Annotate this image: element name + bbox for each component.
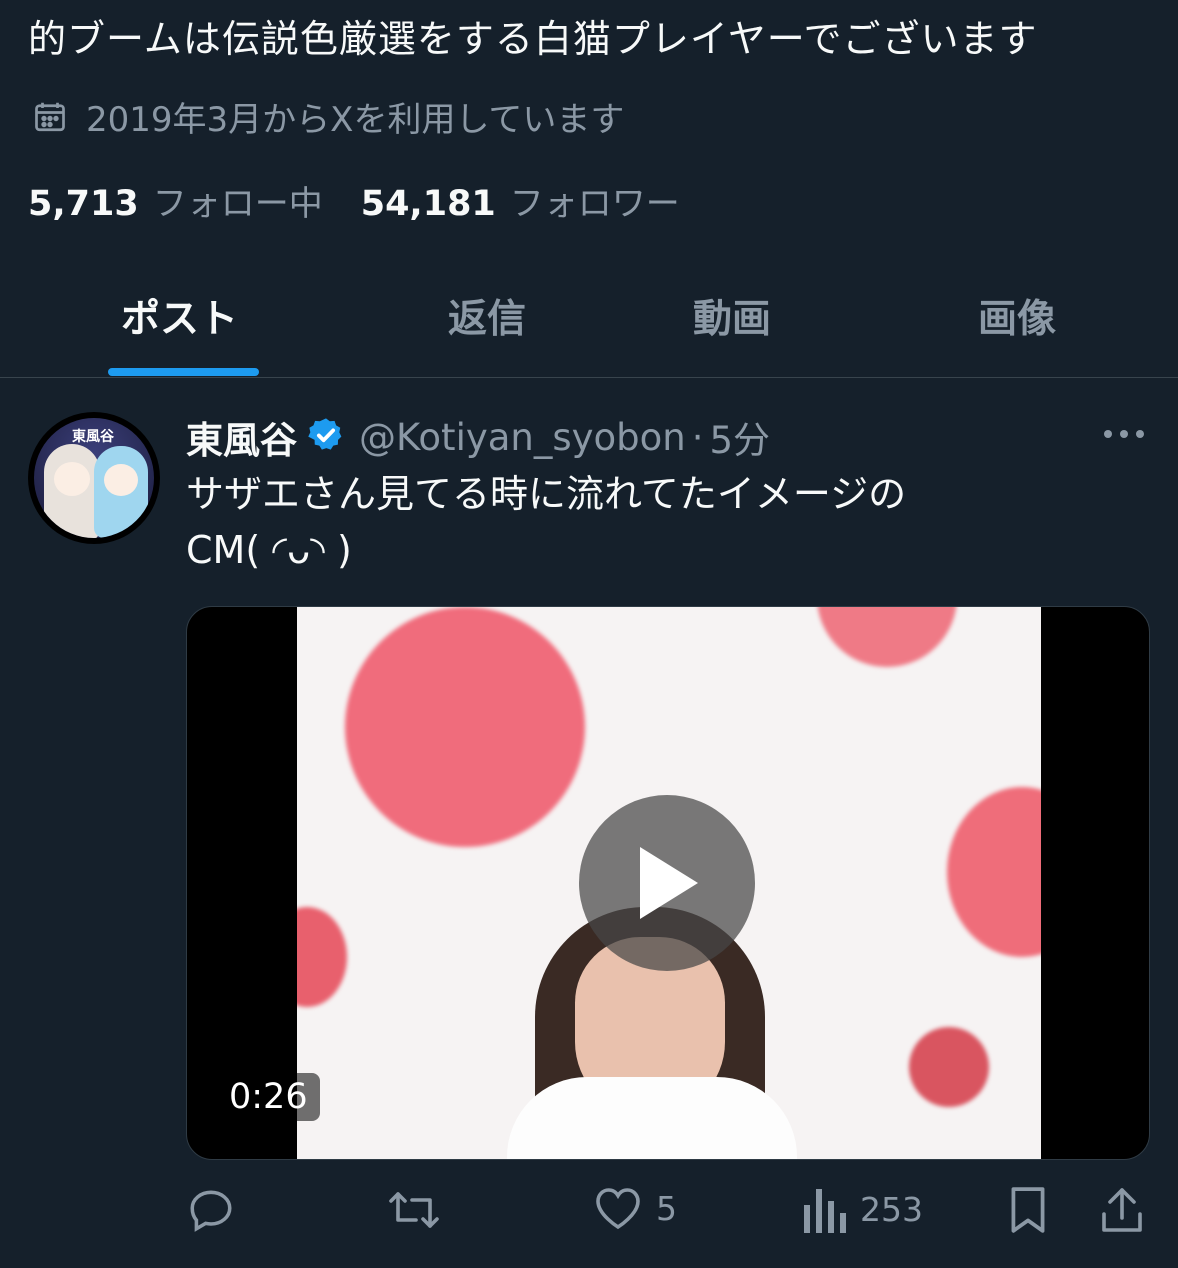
following-label[interactable]: フォロー中 [153, 176, 323, 225]
avatar-lettering: 東風谷 [72, 429, 114, 445]
joined-date: 2019年3月からXを利用しています [32, 92, 624, 141]
verified-badge-icon [307, 416, 345, 458]
video-duration: 0:26 [217, 1073, 320, 1121]
like-count: 5 [656, 1188, 677, 1228]
views-icon [804, 1189, 846, 1233]
views-button[interactable]: 253 [802, 1185, 923, 1233]
retweet-button[interactable] [386, 1185, 456, 1235]
active-tab-indicator [108, 368, 259, 376]
followers-label[interactable]: フォロワー [510, 176, 680, 225]
tab-videos[interactable]: 動画 [693, 288, 771, 344]
reply-button[interactable] [186, 1185, 250, 1235]
calendar-icon [35, 102, 65, 131]
video-player[interactable]: 0:26 [186, 606, 1150, 1160]
heart-icon [596, 1188, 640, 1230]
bookmark-button[interactable] [1008, 1185, 1048, 1235]
tab-images[interactable]: 画像 [978, 288, 1056, 344]
meta-separator: · [691, 415, 704, 459]
bookmark-icon [1011, 1187, 1045, 1233]
profile-tabs: ポスト 返信 動画 画像 [0, 260, 1178, 378]
avatar-image: 東風谷 [34, 418, 154, 538]
profile-bio: 的ブームは伝説色厳選をする白猫プレイヤーでございます [28, 17, 1038, 61]
play-icon [640, 847, 698, 919]
joined-text: 2019年3月からXを利用しています [86, 100, 625, 140]
followers-count[interactable]: 54,181 [361, 184, 496, 224]
tweet-actions: 5 253 [186, 1185, 1150, 1245]
more-icon[interactable] [1102, 426, 1146, 446]
views-count: 253 [860, 1189, 923, 1229]
share-button[interactable] [1100, 1185, 1144, 1235]
user-handle[interactable]: @Kotiyan_syobon [359, 416, 686, 459]
following-count[interactable]: 5,713 [28, 184, 139, 224]
tab-posts[interactable]: ポスト [121, 288, 238, 344]
follow-stats: 5,713 フォロー中 54,181 フォロワー [28, 176, 680, 225]
tab-replies[interactable]: 返信 [448, 288, 526, 344]
tweet-text-line: サザエさん見てる時に流れてたイメージの [186, 472, 907, 516]
reply-icon [190, 1190, 232, 1232]
play-button[interactable] [579, 795, 755, 971]
retweet-icon [389, 1192, 439, 1228]
tweet-header: 東風谷 @Kotiyan_syobon · 5分 [186, 410, 770, 464]
tweet-text-line: CM( ◜ᴗ◝ ) [186, 528, 352, 572]
profile-page: 的ブームは伝説色厳選をする白猫プレイヤーでございます 2019年3月からXを利用… [0, 0, 1178, 1268]
share-icon [1102, 1188, 1142, 1232]
display-name[interactable]: 東風谷 [186, 410, 297, 464]
avatar[interactable]: 東風谷 [28, 412, 160, 544]
tweet-timestamp[interactable]: 5分 [710, 410, 771, 464]
like-button[interactable]: 5 [594, 1185, 677, 1231]
tweet-text: サザエさん見てる時に流れてたイメージの CM( ◜ᴗ◝ ) [186, 466, 1126, 578]
